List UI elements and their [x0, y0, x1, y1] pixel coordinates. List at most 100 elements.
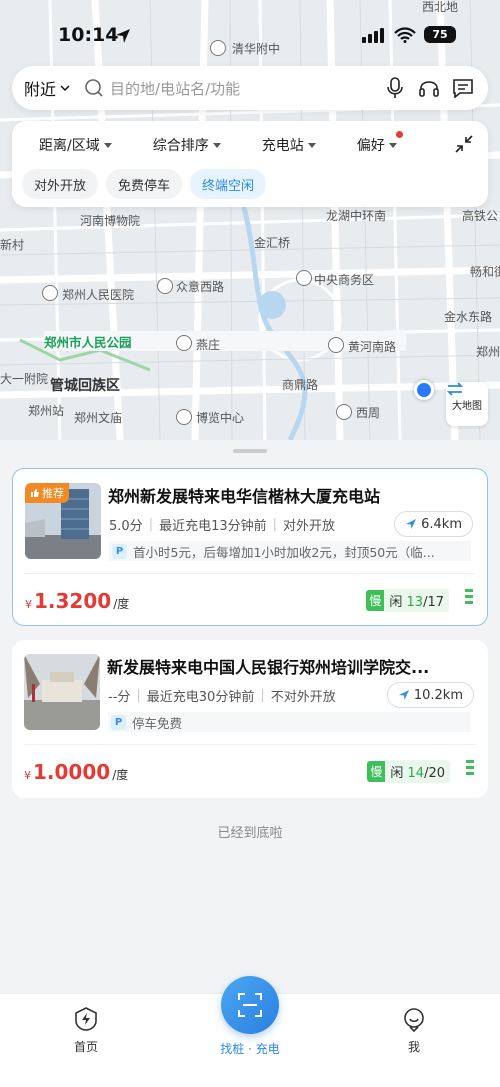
scan-icon: [238, 993, 262, 1017]
map-label: 郑州人民医院: [62, 288, 135, 302]
availability-bars-icon: [465, 589, 473, 604]
map-label-district: 管城回族区: [50, 378, 120, 394]
total-count: /17: [423, 595, 444, 610]
filter-distance-area[interactable]: 距离/区域: [39, 135, 112, 155]
tab-me[interactable]: 我: [374, 1006, 454, 1055]
map-label: 郑州文庙: [74, 411, 123, 425]
station-title: 郑州新发展特来电华信楷林大厦充电站: [108, 487, 381, 506]
parking-icon: P: [111, 714, 126, 730]
map-label: 新村: [0, 238, 25, 252]
headset-icon: [419, 81, 439, 97]
separator: |: [136, 688, 141, 703]
station-last-charge: 最近充电30分钟前: [146, 690, 255, 705]
big-map-button[interactable]: 大地图: [446, 382, 488, 426]
map-label: 郑州: [476, 345, 500, 359]
station-access: 不对外开放: [270, 690, 336, 705]
location-selector[interactable]: 附近: [24, 76, 70, 100]
location-arrow-icon: [116, 29, 130, 43]
filter-station-type[interactable]: 充电站: [262, 135, 316, 155]
parking-text: 首小时5元，后每增加1小时加收2元，封顶50元（临...: [133, 544, 435, 560]
navigate-distance-button[interactable]: 10.2km: [386, 682, 474, 708]
price-value: 1.3200: [34, 589, 112, 613]
chip-terminal-idle[interactable]: 终端空闲: [190, 169, 267, 199]
tab-home[interactable]: 首页: [46, 1006, 126, 1055]
station-card[interactable]: 新发展特来电中国人民银行郑州培训学院交... --分 | 最近充电30分钟前 | 不…: [12, 640, 488, 798]
search-icon: [85, 79, 103, 97]
message-icon: [453, 79, 473, 98]
status-time: 10:14: [58, 24, 119, 46]
price-currency: ¥: [24, 769, 31, 782]
profile-icon: [404, 1008, 424, 1032]
cellular-signal-icon: [362, 27, 384, 43]
lightning-shield-icon: [75, 1007, 97, 1031]
idle-label: 闲: [390, 766, 404, 781]
map-poi-icon: [296, 270, 312, 286]
separator: |: [272, 517, 278, 532]
availability-bars-icon: [466, 760, 474, 775]
chip-open-to-public[interactable]: 对外开放: [22, 169, 99, 199]
distance-label: 10.2km: [413, 687, 463, 703]
end-of-list-text: 已经到底啦: [217, 826, 283, 841]
dropdown-triangle-icon: [307, 142, 316, 148]
voice-button[interactable]: [378, 71, 412, 105]
station-score: --分: [108, 690, 131, 705]
dropdown-triangle-icon: [388, 142, 397, 148]
price-currency: ¥: [25, 598, 32, 611]
chevron-down-icon: [60, 85, 70, 92]
thumbs-up-icon: [31, 489, 39, 497]
map-label: 大一附院: [0, 372, 49, 386]
map-label: 博览中心: [196, 411, 245, 425]
idle-count: 13: [406, 595, 424, 610]
map-label: 畅和街: [470, 265, 500, 279]
station-last-charge: 最近充电13分钟前: [159, 519, 267, 534]
parking-info: P 停车免费: [108, 712, 470, 732]
map-label: 西周: [356, 406, 381, 420]
battery-indicator: 75: [424, 26, 456, 43]
filter-label: 充电站: [261, 138, 304, 154]
station-access: 对外开放: [283, 519, 336, 534]
microphone-icon: [387, 77, 403, 98]
scan-charge-label: 找桩 · 充电: [220, 1042, 280, 1056]
current-location-marker: [414, 380, 434, 400]
price-unit: /度: [112, 768, 129, 782]
slow-badge: 慢: [367, 761, 386, 782]
map-poi-icon: [328, 337, 344, 353]
map-label: 黄河南路: [348, 340, 397, 354]
map-poi-icon: [42, 285, 58, 301]
map-label: 郑州站: [28, 404, 65, 418]
station-card[interactable]: 推荐 郑州新发展特来电华信楷林大厦充电站 5.0分 | 最近充电13分钟前 | 对外…: [12, 468, 488, 626]
messages-button[interactable]: [446, 71, 480, 105]
parking-icon: P: [112, 543, 127, 559]
map-label: 龙湖中环南: [326, 209, 387, 223]
dropdown-triangle-icon: [212, 142, 221, 148]
filter-preference[interactable]: 偏好: [356, 131, 403, 155]
drag-handle[interactable]: [233, 449, 267, 453]
search-input[interactable]: 目的地/电站名/功能: [110, 78, 378, 99]
divider: [24, 744, 476, 745]
distance-label: 6.4km: [421, 516, 462, 532]
tab-home-label: 首页: [73, 1040, 98, 1054]
scan-charge-button[interactable]: [221, 976, 279, 1034]
separator: |: [148, 517, 154, 532]
filter-sort[interactable]: 综合排序: [153, 135, 221, 155]
filter-label: 偏好: [356, 138, 385, 154]
map-label: 河南博物院: [80, 214, 141, 228]
collapse-icon[interactable]: [454, 134, 474, 154]
divider: [25, 573, 475, 574]
swap-icon: [446, 382, 464, 396]
idle-label: 闲: [389, 595, 403, 610]
map-label: 金水东路: [444, 310, 493, 324]
navigation-arrow-icon: [398, 690, 409, 700]
location-label: 附近: [24, 80, 57, 99]
navigate-distance-button[interactable]: 6.4km: [394, 511, 473, 537]
total-count: /20: [424, 766, 445, 781]
charger-availability: 慢 闲 14/20: [367, 760, 450, 783]
station-photo: [24, 654, 100, 730]
map-label: 商鼎路: [282, 378, 319, 392]
chip-free-parking[interactable]: 免费停车: [106, 169, 183, 199]
map-poi-icon: [157, 278, 173, 294]
map-poi-icon: [176, 409, 192, 425]
map-poi-icon: [336, 404, 352, 420]
price-value: 1.0000: [33, 760, 111, 784]
customer-service-button[interactable]: [412, 71, 446, 105]
